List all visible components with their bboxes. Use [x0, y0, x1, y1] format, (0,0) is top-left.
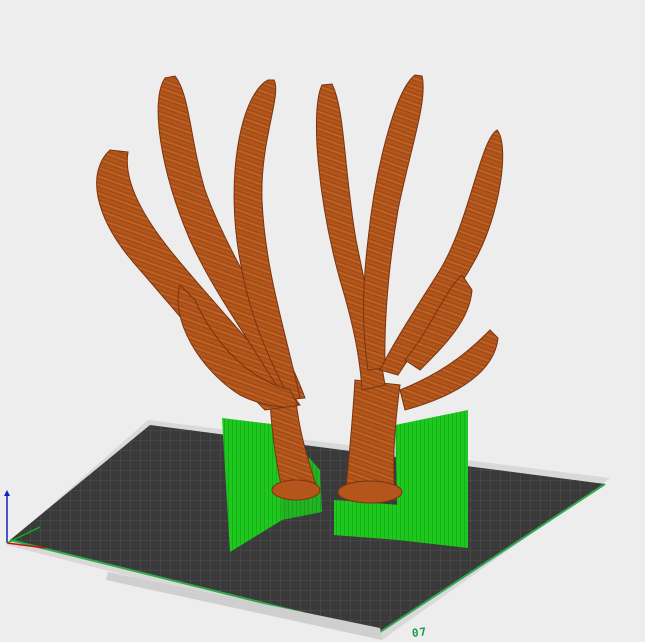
3d-viewport[interactable]: 07 [0, 0, 645, 642]
left-antler-burr [271, 479, 321, 501]
bed-label: 07 [411, 625, 429, 640]
support-right-base [334, 500, 400, 540]
support-right-front [395, 410, 468, 548]
right-antler-burr [337, 480, 403, 504]
scene-canvas[interactable] [0, 0, 645, 642]
z-axis-arrow [4, 490, 10, 496]
build-plate[interactable] [6, 420, 610, 640]
right-antler-base [345, 379, 401, 496]
